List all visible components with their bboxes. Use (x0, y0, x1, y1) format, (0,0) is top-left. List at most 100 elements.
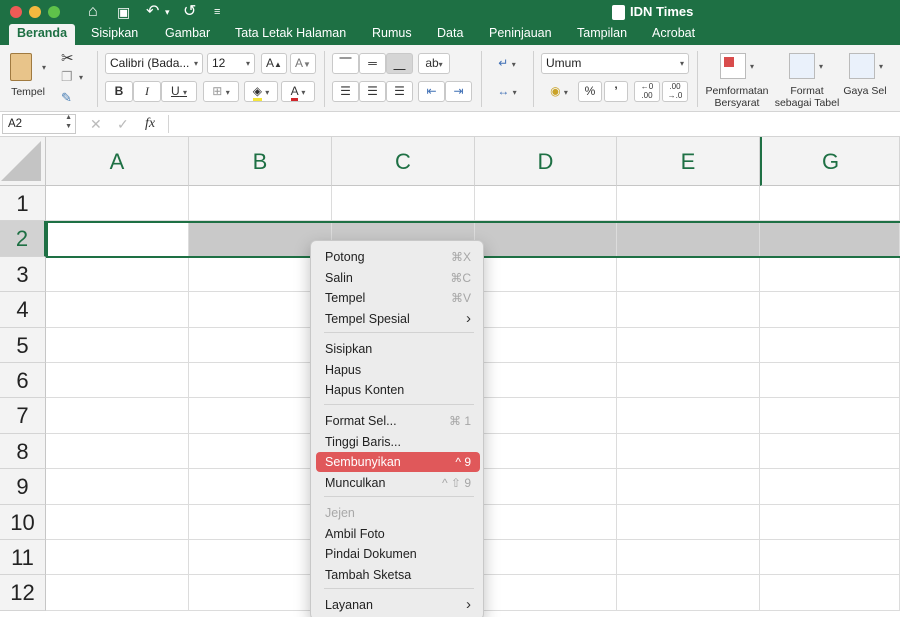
row-header-9[interactable]: 9 (0, 469, 46, 505)
cell-a3[interactable] (46, 256, 189, 293)
format-as-table-dropdown-icon[interactable]: ▾ (819, 62, 823, 71)
cell-a7[interactable] (46, 398, 189, 434)
cell-e10[interactable] (617, 504, 760, 540)
cell-g5[interactable] (760, 327, 900, 363)
cell-d9[interactable] (475, 469, 617, 505)
increase-font-size-button[interactable]: A▲ (261, 53, 287, 74)
cell-e2[interactable] (617, 221, 760, 257)
percent-button[interactable]: % (578, 81, 602, 102)
tab-tata-letak-halaman[interactable]: Tata Letak Halaman (227, 24, 354, 45)
insert-function-button[interactable]: fx (145, 116, 155, 132)
comma-style-button[interactable]: ’ (604, 81, 628, 102)
cell-e11[interactable] (617, 540, 760, 576)
cell-g8[interactable] (760, 433, 900, 470)
column-header-a[interactable]: A (46, 137, 189, 186)
number-format-select[interactable]: Umum ▾ (541, 53, 689, 74)
customize-toolbar-icon[interactable]: ≡ (214, 1, 220, 23)
cell-e1[interactable] (617, 186, 760, 222)
menu-item-tinggi-baris[interactable]: Tinggi Baris... (316, 432, 480, 452)
cell-styles-icon[interactable] (849, 53, 875, 79)
fill-color-button[interactable]: ◈ ▾ (244, 81, 278, 102)
format-painter-icon[interactable]: ✎ (61, 90, 72, 106)
cell-d8[interactable] (475, 433, 617, 470)
cell-d2[interactable] (475, 221, 617, 257)
cell-a1[interactable] (46, 186, 189, 222)
redo-icon[interactable]: ↺ (183, 1, 196, 23)
cell-g6[interactable] (760, 363, 900, 399)
row-header-8[interactable]: 8 (0, 433, 46, 470)
cell-a10[interactable] (46, 504, 189, 540)
zoom-window-button[interactable] (48, 6, 60, 18)
menu-item-pindai-dokumen[interactable]: Pindai Dokumen (316, 544, 480, 564)
cell-a5[interactable] (46, 327, 189, 363)
column-header-b[interactable]: B (189, 137, 332, 186)
paste-icon[interactable] (10, 53, 32, 81)
tab-peninjauan[interactable]: Peninjauan (481, 24, 560, 45)
cell-c1[interactable] (332, 186, 475, 222)
undo-icon[interactable]: ↶ (146, 1, 159, 23)
cell-e5[interactable] (617, 327, 760, 363)
tab-beranda[interactable]: Beranda (9, 24, 76, 45)
cell-a12[interactable] (46, 575, 189, 611)
font-name-select[interactable]: Calibri (Bada... ▾ (105, 53, 203, 74)
menu-item-tempel-spesial[interactable]: Tempel Spesial › (316, 309, 480, 329)
cell-b1[interactable] (189, 186, 332, 222)
cell-d7[interactable] (475, 398, 617, 434)
currency-button[interactable]: ◉ ▾ (541, 81, 577, 102)
decrease-decimal-button[interactable]: .00 →.0 (662, 81, 688, 102)
menu-item-potong[interactable]: Potong ⌘X (316, 247, 480, 267)
menu-item-sembunyikan[interactable]: Sembunyikan ^ 9 (316, 452, 480, 472)
cell-a2[interactable] (46, 221, 189, 257)
cell-d5[interactable] (475, 327, 617, 363)
undo-dropdown-icon[interactable]: ▾ (165, 1, 170, 23)
format-as-table-icon[interactable] (789, 53, 815, 79)
decrease-indent-button[interactable]: ⇤ (418, 81, 445, 102)
row-header-4[interactable]: 4 (0, 292, 46, 328)
cell-a4[interactable] (46, 292, 189, 328)
copy-dropdown-icon[interactable]: ▾ (79, 73, 83, 82)
conditional-formatting-label[interactable]: Pemformatan Bersyarat (703, 85, 771, 109)
cell-d4[interactable] (475, 292, 617, 328)
cell-g10[interactable] (760, 504, 900, 540)
cell-e3[interactable] (617, 256, 760, 293)
row-header-3[interactable]: 3 (0, 256, 46, 293)
merge-center-button[interactable]: ↔ ▾ (489, 81, 525, 102)
cut-icon[interactable]: ✂ (61, 49, 74, 67)
save-icon[interactable]: ▣ (117, 1, 130, 23)
cell-d1[interactable] (475, 186, 617, 222)
menu-item-hapus[interactable]: Hapus (316, 360, 480, 380)
select-all-button[interactable] (0, 137, 46, 186)
tab-sisipkan[interactable]: Sisipkan (83, 24, 146, 45)
cell-g9[interactable] (760, 469, 900, 505)
menu-item-munculkan[interactable]: Munculkan ^ ⇧ 9 (316, 473, 480, 493)
cell-d12[interactable] (475, 575, 617, 611)
row-header-2[interactable]: 2 (0, 221, 46, 257)
bold-button[interactable]: B (105, 81, 133, 102)
close-window-button[interactable] (10, 6, 22, 18)
font-color-button[interactable]: A ▾ (281, 81, 315, 102)
menu-item-hapus-konten[interactable]: Hapus Konten (316, 380, 480, 400)
menu-item-format-sel[interactable]: Format Sel... ⌘ 1 (316, 411, 480, 431)
cell-styles-label[interactable]: Gaya Sel (842, 85, 888, 97)
copy-icon[interactable]: ❐ (61, 69, 73, 85)
tab-tampilan[interactable]: Tampilan (569, 24, 635, 45)
row-header-11[interactable]: 11 (0, 540, 46, 576)
row-header-5[interactable]: 5 (0, 327, 46, 363)
orientation-button[interactable]: ab▾ (418, 53, 450, 74)
conditional-formatting-icon[interactable] (720, 53, 746, 79)
row-header-7[interactable]: 7 (0, 398, 46, 434)
cell-a6[interactable] (46, 363, 189, 399)
cell-d10[interactable] (475, 504, 617, 540)
cell-a8[interactable] (46, 433, 189, 470)
column-header-c[interactable]: C (332, 137, 475, 186)
increase-indent-button[interactable]: ⇥ (445, 81, 472, 102)
font-size-select[interactable]: 12 ▾ (207, 53, 255, 74)
cell-d6[interactable] (475, 363, 617, 399)
row-header-1[interactable]: 1 (0, 186, 46, 222)
align-middle-button[interactable]: ═ (359, 53, 386, 74)
cell-a11[interactable] (46, 540, 189, 576)
wrap-text-button[interactable]: ↵ ▾ (489, 53, 525, 74)
tab-gambar[interactable]: Gambar (157, 24, 218, 45)
formula-input[interactable] (172, 114, 897, 134)
decrease-font-size-button[interactable]: A▼ (290, 53, 316, 74)
